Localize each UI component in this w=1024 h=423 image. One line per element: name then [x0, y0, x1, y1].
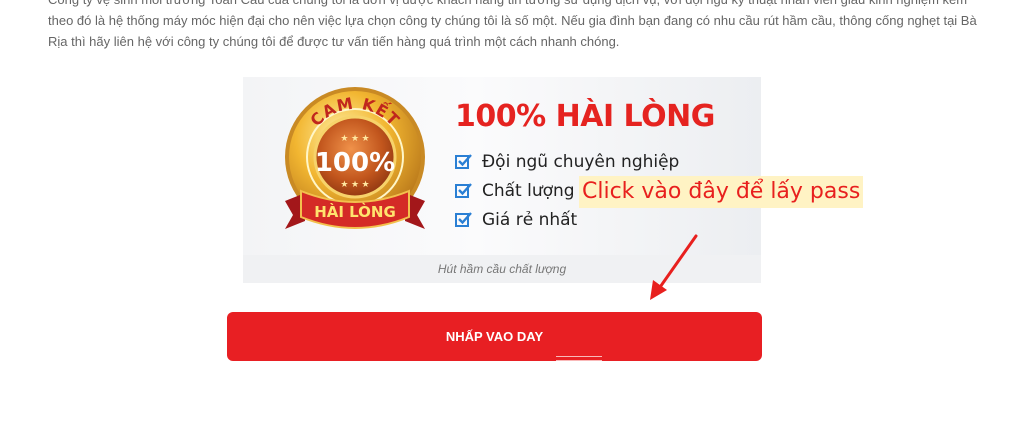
checkbox-icon [455, 212, 472, 227]
checkbox-icon [455, 183, 472, 198]
promo-banner: CAM KẾT ★ ★ ★ 100% ★ ★ ★ HÀI LÒNG 100% H… [243, 77, 761, 255]
checkbox-icon [455, 154, 472, 169]
svg-text:100%: 100% [315, 148, 395, 178]
red-arrow-icon [650, 234, 698, 300]
annotation-label: Click vào đây để lấy pass [579, 176, 864, 208]
banner-headline: 100% HÀI LÒNG [455, 99, 715, 134]
feature-item: Giá rẻ nhất [455, 205, 679, 234]
feature-label: Đội ngũ chuyên nghiệp [482, 151, 680, 172]
intro-paragraph: Công ty vệ sinh môi trường Toàn Cầu của … [48, 0, 977, 49]
click-here-button[interactable]: NHẤP VAO DAY [227, 312, 762, 361]
button-underline-mark [556, 356, 602, 361]
feature-item: Đội ngũ chuyên nghiệp [455, 147, 679, 176]
svg-text:HÀI LÒNG: HÀI LÒNG [314, 202, 396, 221]
svg-text:★ ★ ★: ★ ★ ★ [340, 133, 369, 143]
svg-text:★ ★ ★: ★ ★ ★ [340, 179, 369, 189]
satisfaction-badge-icon: CAM KẾT ★ ★ ★ 100% ★ ★ ★ HÀI LÒNG [285, 87, 425, 229]
feature-label: Giá rẻ nhất [482, 209, 578, 230]
